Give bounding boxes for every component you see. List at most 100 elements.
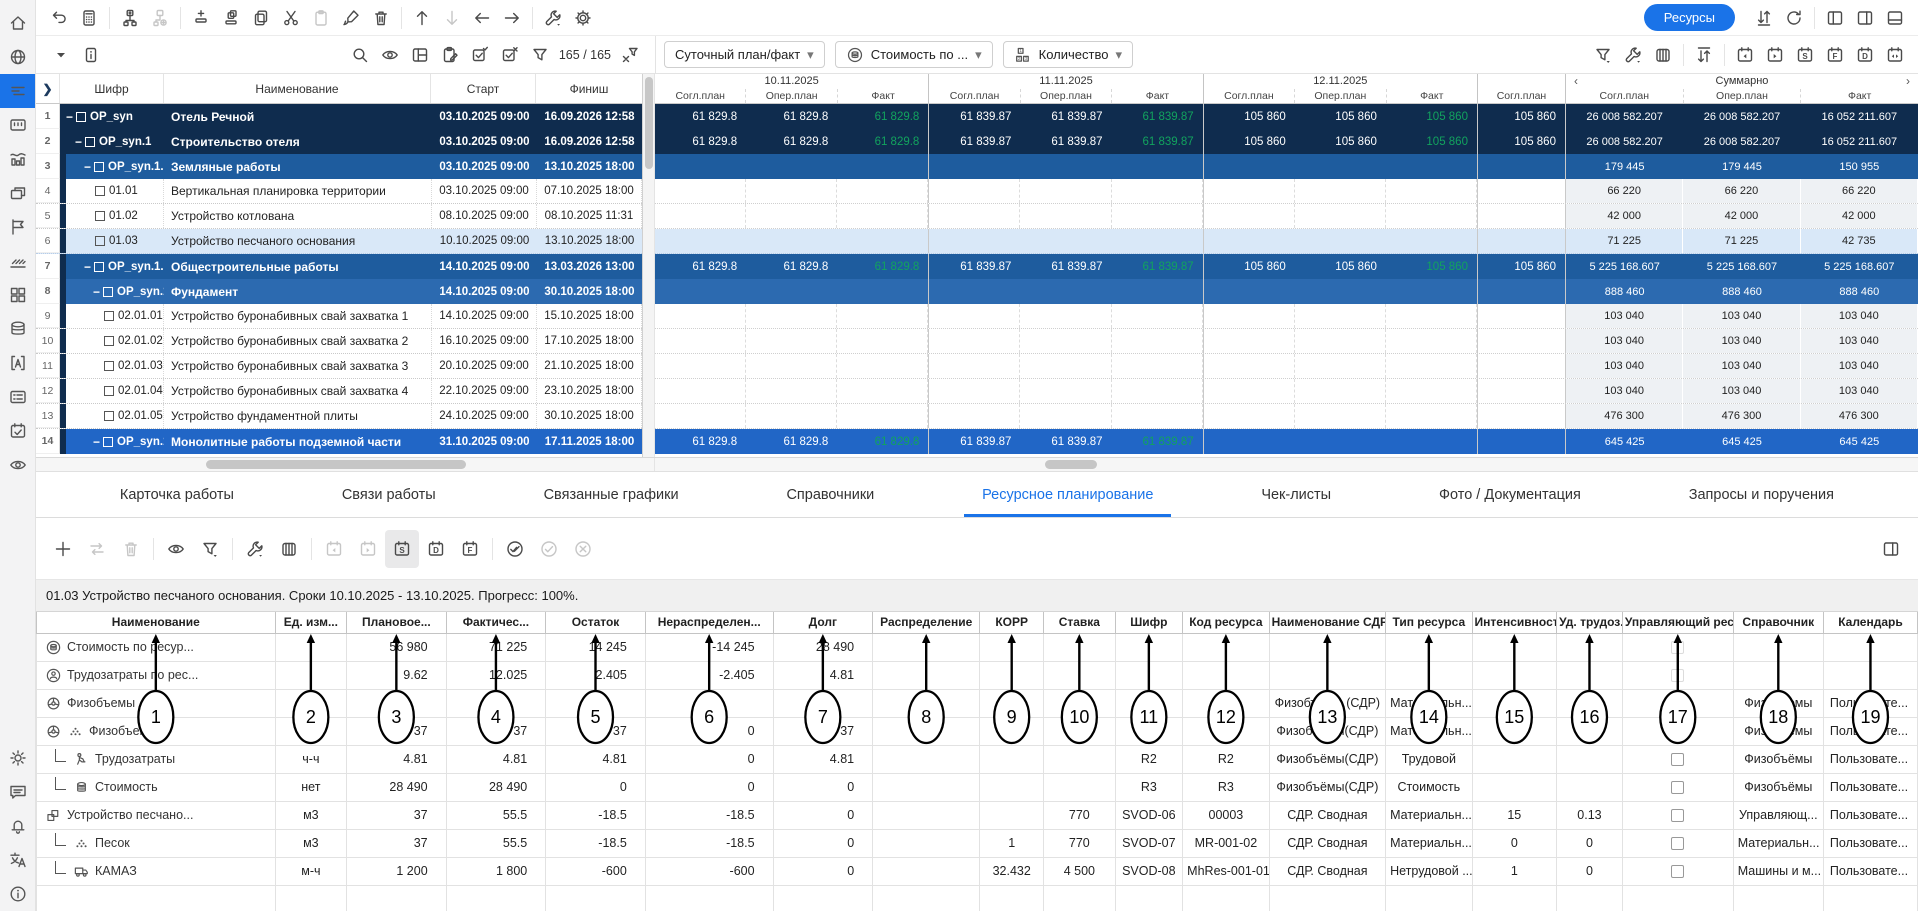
resource-row[interactable]: ФизобъемыФизобъёмы (СДР)Материальн...Физ… (37, 689, 1918, 717)
timeline-row[interactable]: 61 829.861 829.861 829.861 839.8761 839.… (655, 429, 1918, 454)
row-checkbox[interactable] (76, 112, 86, 122)
plus-icon[interactable] (46, 530, 80, 568)
subcol-header[interactable]: Факт (838, 89, 928, 104)
resource-col-header-14[interactable]: Тип ресурса (1386, 612, 1472, 633)
resource-col-header-12[interactable]: Код ресурса (1183, 612, 1269, 633)
managing-resource-checkbox[interactable] (1671, 641, 1684, 654)
trash-icon[interactable] (114, 530, 148, 568)
resource-row[interactable]: Физобъемнет373737037770R1R1Физобъёмы(СДР… (37, 717, 1918, 745)
wrench-caret-icon[interactable] (538, 3, 568, 33)
sidebar-item-info-circle[interactable] (0, 877, 35, 911)
activity-row[interactable]: 2−OP_syn.1Строительство отеля03.10.2025 … (36, 129, 642, 154)
checkbox-check-icon[interactable] (465, 40, 495, 70)
cal-prev-icon[interactable] (317, 530, 351, 568)
resource-col-header-6[interactable]: Нераспределен... (645, 612, 773, 633)
view-dropdown-1[interactable]: Стоимость по ...▾ (835, 41, 993, 68)
sidebar-item-list-card[interactable] (0, 380, 35, 414)
timeline-row[interactable]: 103 040103 040103 040 (655, 329, 1918, 354)
trash-icon[interactable] (366, 3, 396, 33)
col-header-name[interactable]: Наименование (164, 74, 431, 103)
resource-col-header-4[interactable]: Фактичес... (446, 612, 546, 633)
timeline-row[interactable]: 61 829.861 829.861 829.861 839.8761 839.… (655, 129, 1918, 154)
tab-2[interactable]: Связи работы (324, 472, 454, 517)
activity-row[interactable]: 3−OP_syn.1.1.1Земляные работы03.10.2025 … (36, 154, 642, 179)
row-checkbox[interactable] (103, 287, 113, 297)
col-header-finish[interactable]: Финиш (536, 74, 642, 103)
timeline-row[interactable]: 103 040103 040103 040 (655, 379, 1918, 404)
resource-col-header-1[interactable]: Наименование (37, 612, 276, 633)
managing-resource-checkbox[interactable] (1671, 865, 1684, 878)
view-dropdown-0[interactable]: Суточный план/факт▾ (664, 41, 825, 68)
eye-icon[interactable] (375, 40, 405, 70)
resource-row[interactable]: Стоимость по ресур...56 98071 22514 245-… (37, 633, 1918, 661)
collapse-icon[interactable]: − (84, 160, 91, 174)
filter-caret-icon[interactable] (1588, 40, 1618, 70)
tab-8[interactable]: Запросы и поручения (1671, 472, 1852, 517)
chevron-right-icon[interactable]: › (1906, 74, 1910, 88)
subcol-header[interactable]: Опер.план (1021, 89, 1112, 104)
scrollbar-thumb[interactable] (206, 460, 466, 469)
sidebar-item-board[interactable] (0, 108, 35, 142)
scrollbar-thumb[interactable] (645, 77, 653, 169)
tab-5[interactable]: Ресурсное планирование (964, 472, 1171, 517)
timeline-row[interactable]: 103 040103 040103 040 (655, 304, 1918, 329)
arrow-down-icon[interactable] (437, 3, 467, 33)
managing-resource-checkbox[interactable] (1671, 669, 1684, 682)
subcol-header[interactable]: Опер.план (1684, 89, 1802, 104)
undo-icon[interactable] (44, 3, 74, 33)
sidebar-item-chart-wave[interactable] (0, 142, 35, 176)
timeline-row[interactable]: 61 829.861 829.861 829.861 839.8761 839.… (655, 254, 1918, 279)
resource-col-header-3[interactable]: Плановое... (347, 612, 447, 633)
managing-resource-checkbox[interactable] (1671, 725, 1684, 738)
subcol-header[interactable]: Факт (1387, 89, 1477, 104)
timeline-row[interactable]: 71 22571 22542 735 (655, 229, 1918, 254)
subcol-header[interactable]: Согл.план (929, 89, 1020, 104)
swap-vert-icon[interactable] (1749, 3, 1779, 33)
sidebar-item-grid4[interactable] (0, 278, 35, 312)
row-checkbox[interactable] (103, 437, 113, 447)
timeline-row[interactable]: 66 22066 22066 220 (655, 179, 1918, 204)
activity-row[interactable]: 401.01Вертикальная планировка территории… (36, 179, 642, 204)
copy-icon[interactable] (246, 3, 276, 33)
resource-col-header-2[interactable]: Ед. изм... (275, 612, 346, 633)
row-checkbox[interactable] (95, 211, 105, 221)
managing-resource-checkbox[interactable] (1671, 781, 1684, 794)
activity-row[interactable]: 1202.01.04Устройство буронабивных свай з… (36, 379, 642, 404)
calculator-icon[interactable] (74, 3, 104, 33)
wrench-caret-icon[interactable] (1618, 40, 1648, 70)
sidebar-item-calendar-check[interactable] (0, 414, 35, 448)
resource-col-header-19[interactable]: Календарь (1823, 612, 1917, 633)
sidebar-item-home[interactable] (0, 6, 35, 40)
search-icon[interactable] (345, 40, 375, 70)
sidebar-item-flag[interactable] (0, 210, 35, 244)
refresh-icon[interactable] (1779, 3, 1809, 33)
cal-next-icon[interactable] (1760, 40, 1790, 70)
subcol-header[interactable]: Факт (1112, 89, 1202, 104)
subcol-header[interactable]: Факт (1801, 89, 1918, 104)
sidebar-item-translate[interactable] (0, 843, 35, 877)
resource-row[interactable]: Трудозатратыч-ч4.814.814.8104.81R2R2Физо… (37, 745, 1918, 773)
collapse-icon[interactable]: − (93, 285, 100, 299)
resource-row[interactable]: Устройство песчано...м33755.5-18.5-18.50… (37, 801, 1918, 829)
wrench-caret-icon[interactable] (238, 530, 272, 568)
activity-row[interactable]: 1302.01.05Устройство фундаментной плиты2… (36, 404, 642, 429)
row-checkbox[interactable] (104, 386, 114, 396)
tab-1[interactable]: Карточка работы (102, 472, 252, 517)
row-duplicate-icon[interactable] (216, 3, 246, 33)
collapse-icon[interactable]: − (66, 110, 73, 124)
activity-row[interactable]: 501.02Устройство котлована08.10.2025 09:… (36, 204, 642, 229)
resource-col-header-18[interactable]: Справочник (1733, 612, 1823, 633)
layout-right-icon[interactable] (1850, 3, 1880, 33)
expand-all-button[interactable]: ❯ (36, 74, 60, 103)
resource-col-header-9[interactable]: КОРР (980, 612, 1044, 633)
col-header-start[interactable]: Старт (431, 74, 536, 103)
cal-d-icon[interactable]: D (1850, 40, 1880, 70)
layout-left-icon[interactable] (1820, 3, 1850, 33)
row-checkbox[interactable] (94, 262, 104, 272)
cal-f-icon[interactable]: F (1820, 40, 1850, 70)
row-checkbox[interactable] (104, 361, 114, 371)
subcol-header[interactable]: Согл.план (1566, 89, 1684, 104)
sidebar-item-gantt[interactable] (0, 74, 35, 108)
panel-split-icon[interactable] (1874, 530, 1908, 568)
sidebar-item-comment[interactable] (0, 775, 35, 809)
